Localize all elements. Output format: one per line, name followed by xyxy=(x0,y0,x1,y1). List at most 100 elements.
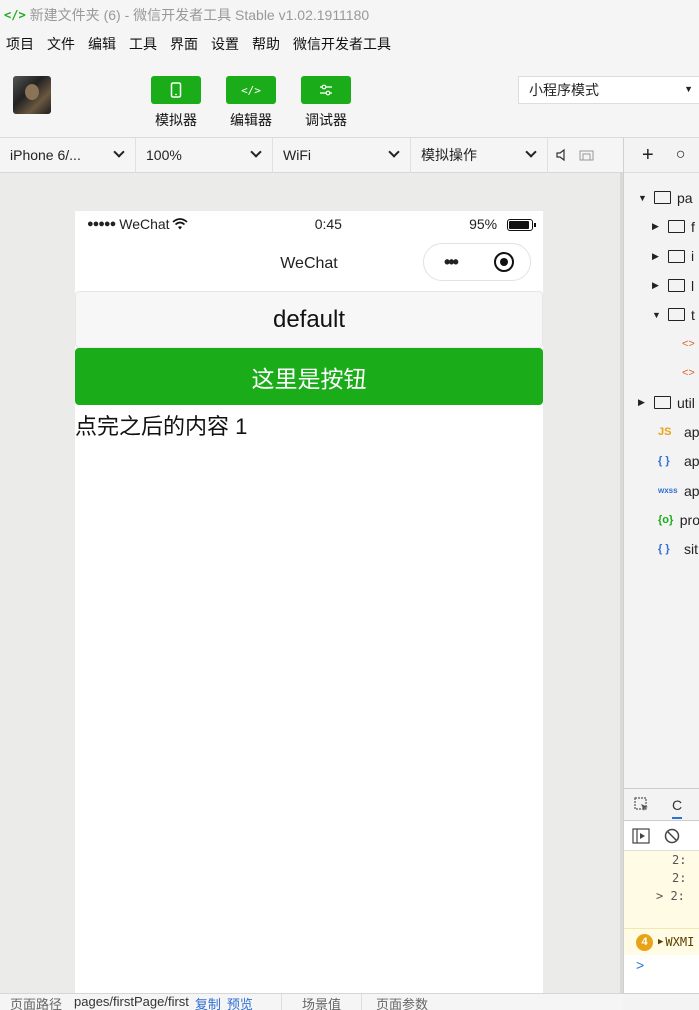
menu-item-help[interactable]: 帮助 xyxy=(252,34,280,54)
scene-label[interactable]: 场景值 xyxy=(280,994,341,1010)
warning-row[interactable]: 4 ▶ WXMI xyxy=(624,929,699,955)
primary-button[interactable]: 这里是按钮 xyxy=(75,348,543,405)
network-select[interactable]: WiFi xyxy=(273,137,411,173)
bottom-bar: 页面路径 pages/firstPage/first 复制 预览 场景值 页面参… xyxy=(0,993,623,1010)
wxml-icon: <> xyxy=(682,367,695,380)
detach-button[interactable] xyxy=(574,138,600,173)
chevron-down-icon xyxy=(113,145,125,158)
devtools-tabs: C xyxy=(624,789,699,821)
folder-open-icon xyxy=(654,191,671,205)
search-icon[interactable]: ○ xyxy=(676,146,686,164)
warning-count-badge: 4 xyxy=(636,933,653,951)
operation-value: 模拟操作 xyxy=(421,147,477,163)
menu-bar: 项目 文件 编辑 工具 界面 设置 帮助 微信开发者工具 xyxy=(0,30,699,58)
tree-item-project-config[interactable]: {o} pro xyxy=(624,505,699,534)
explorer-toolbar: + ○ xyxy=(624,138,699,173)
config-icon: {o} xyxy=(658,513,674,526)
file-tree: ▼ pa ▶ f ▶ i ▶ l ▼ t <> <> ▶ util JS ap … xyxy=(624,183,699,564)
default-button[interactable]: default xyxy=(75,291,543,348)
preview-link[interactable]: 预览 xyxy=(227,994,253,1010)
triangle-right-icon: ▶ xyxy=(658,937,664,947)
mute-button[interactable] xyxy=(548,138,574,173)
tree-item-folder-t[interactable]: ▼ t xyxy=(624,300,699,329)
code-icon: </> xyxy=(226,76,276,104)
title-bar: </> 新建文件夹 (6) - 微信开发者工具 Stable v1.02.191… xyxy=(0,0,699,30)
tree-item-app-wxss[interactable]: wxss ap xyxy=(624,476,699,505)
warning-text: WXMI xyxy=(665,935,695,949)
simulator-button[interactable]: 模拟器 xyxy=(150,76,202,130)
menu-item-edit[interactable]: 编辑 xyxy=(88,34,116,54)
status-time: 0:45 xyxy=(314,216,342,232)
debugger-label: 调试器 xyxy=(305,112,347,128)
tree-item-sitemap[interactable]: { } sit xyxy=(624,535,699,564)
more-dots-icon[interactable]: ••• xyxy=(424,252,477,273)
folder-icon xyxy=(654,396,671,410)
zoom-select[interactable]: 100% xyxy=(136,137,273,173)
debugger-button[interactable]: 调试器 xyxy=(300,76,352,130)
simulator-label: 模拟器 xyxy=(155,112,197,128)
inspect-icon[interactable] xyxy=(634,796,650,813)
nav-title: WeChat xyxy=(280,255,338,272)
caret-down-icon: ▼ xyxy=(684,84,693,94)
log-line: 2: xyxy=(672,853,687,867)
folder-icon xyxy=(668,249,685,263)
console-prompt[interactable]: > xyxy=(624,957,699,973)
window-title: 新建文件夹 (6) - 微信开发者工具 Stable v1.02.1911180 xyxy=(29,7,370,23)
signal-dots-icon: ●●●●● xyxy=(87,218,116,230)
mode-select[interactable]: 小程序模式 ▼ xyxy=(518,76,699,104)
battery-percent: 95% xyxy=(469,216,498,232)
tree-item-label: t xyxy=(691,306,695,323)
chevron-down-icon xyxy=(525,145,537,158)
content-text: 点完之后的内容 1 xyxy=(75,414,248,439)
menu-item-tools[interactable]: 工具 xyxy=(129,34,157,54)
tree-item-wxml[interactable]: <> xyxy=(624,329,699,358)
menu-item-view[interactable]: 界面 xyxy=(170,34,198,54)
tree-item-label: ap xyxy=(684,424,699,441)
app-logo-icon: </> xyxy=(4,8,26,22)
clear-icon[interactable] xyxy=(664,828,680,844)
json-icon: { } xyxy=(658,455,670,468)
copy-link[interactable]: 复制 xyxy=(195,994,221,1010)
tab-console[interactable]: C xyxy=(672,797,683,819)
folder-icon xyxy=(668,220,685,234)
device-select[interactable]: iPhone 6/... xyxy=(0,137,136,173)
tree-item-app-js[interactable]: JS ap xyxy=(624,417,699,446)
folder-open-icon xyxy=(668,308,685,322)
tree-item-label: pro xyxy=(679,511,699,528)
phone-nav-bar: WeChat ••• xyxy=(75,237,543,291)
json-icon: { } xyxy=(658,543,670,556)
tree-item-utils[interactable]: ▶ util xyxy=(624,388,699,417)
play-sidebar-icon[interactable] xyxy=(632,827,650,844)
triangle-right-icon: ▶ xyxy=(652,221,659,232)
operation-select[interactable]: 模拟操作 xyxy=(411,137,548,173)
console-log: 2: 2: > 2: xyxy=(624,851,699,929)
close-target-icon[interactable] xyxy=(477,252,530,272)
tree-item-folder-l[interactable]: ▶ l xyxy=(624,271,699,300)
editor-button[interactable]: </> 编辑器 xyxy=(225,76,277,130)
tree-item-label: ap xyxy=(684,482,699,499)
phone-screen: ●●●●● WeChat 0:45 95% WeChat ••• default… xyxy=(75,211,543,993)
menu-item-devtools[interactable]: 微信开发者工具 xyxy=(293,34,391,54)
tree-item-label: ap xyxy=(684,453,699,470)
carrier: WeChat xyxy=(119,216,170,232)
menu-item-project[interactable]: 项目 xyxy=(6,34,34,54)
add-icon[interactable]: + xyxy=(642,144,654,167)
tree-item-folder-f[interactable]: ▶ f xyxy=(624,212,699,241)
tree-item-pages[interactable]: ▼ pa xyxy=(624,183,699,212)
log-line: 2: xyxy=(672,871,687,885)
menu-item-file[interactable]: 文件 xyxy=(47,34,75,54)
window-icon xyxy=(579,150,594,161)
wxss-icon: wxss xyxy=(658,486,678,496)
avatar[interactable] xyxy=(13,76,51,114)
right-panel: + ○ ▼ pa ▶ f ▶ i ▶ l ▼ t <> <> ▶ util JS… xyxy=(623,138,699,993)
tree-item-label: sit xyxy=(684,541,698,558)
main-toolbar: 模拟器 </> 编辑器 调试器 小程序模式 ▼ xyxy=(0,58,699,138)
tree-item-app-json[interactable]: { } ap xyxy=(624,447,699,476)
tree-item-label: l xyxy=(691,277,695,294)
triangle-right-icon: ▶ xyxy=(652,280,659,291)
tree-item-wxml[interactable]: <> xyxy=(624,359,699,388)
page-params-label[interactable]: 页面参数 xyxy=(360,994,428,1010)
tree-item-folder-i[interactable]: ▶ i xyxy=(624,242,699,271)
console-panel: C 2: 2: > 2: 4 ▶ WXMI > xyxy=(624,788,699,993)
menu-item-settings[interactable]: 设置 xyxy=(211,34,239,54)
